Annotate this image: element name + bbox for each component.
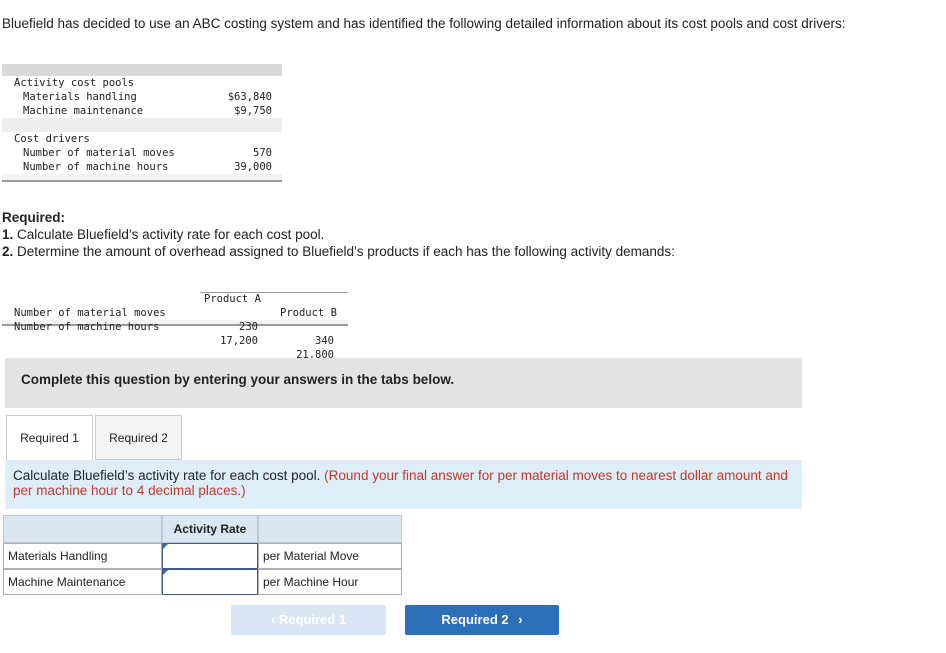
- table-row: Number of material moves 230 340: [2, 292, 348, 347]
- driver-value: 570: [253, 147, 272, 159]
- demand-header-row: Product A Product B: [2, 278, 348, 319]
- table-bottom-rule: [2, 174, 282, 182]
- table-row: Machine maintenance $9,750: [2, 104, 282, 118]
- tab-required-2[interactable]: Required 2: [95, 415, 182, 460]
- driver-label: Number of material moves: [23, 147, 175, 159]
- product-b-value: 340: [315, 335, 334, 347]
- materials-handling-label: Materials Handling: [3, 543, 162, 569]
- machine-maintenance-rate-input[interactable]: [162, 569, 258, 595]
- next-tab-label: Required 2: [441, 612, 509, 627]
- driver-label: Number of machine hours: [23, 161, 169, 173]
- table-row: Materials handling $63,840: [2, 90, 282, 104]
- required-item1: Calculate Bluefield’s activity rate for …: [13, 227, 325, 242]
- required-heading: Required:: [2, 210, 66, 225]
- drivers-header: Cost drivers: [14, 133, 90, 145]
- cost-pools-table: Activity cost pools Materials handling $6…: [2, 64, 282, 182]
- table-row: Number of material moves 570: [2, 146, 282, 160]
- input-flag-icon: [163, 544, 168, 549]
- product-a-value: 230: [239, 321, 258, 333]
- required-section: Required: 1. Calculate Bluefield’s activ…: [2, 209, 675, 260]
- header-blank-cell: [3, 515, 162, 543]
- demand-label: Number of machine hours: [14, 321, 160, 333]
- required-item2-number: 2.: [2, 244, 14, 259]
- chevron-left-icon: ‹: [270, 612, 276, 627]
- spacer-row: [2, 118, 282, 132]
- required-item1-number: 1.: [2, 227, 14, 242]
- materials-handling-unit: per Material Move: [258, 543, 402, 569]
- pool-value: $9,750: [234, 105, 272, 117]
- pools-header-row: Activity cost pools: [2, 76, 282, 90]
- machine-maintenance-unit: per Machine Hour: [258, 569, 402, 595]
- table-row: Number of machine hours 39,000: [2, 160, 282, 174]
- next-tab-button[interactable]: Required 2 ›: [405, 605, 559, 635]
- machine-maintenance-label: Machine Maintenance: [3, 569, 162, 595]
- activity-rate-header: Activity Rate: [162, 515, 258, 543]
- activity-demand-table: Product A Product B Number of material m…: [2, 278, 348, 361]
- drivers-header-row: Cost drivers: [2, 132, 282, 146]
- required-item2: Determine the amount of overhead assigne…: [13, 244, 675, 259]
- question-prompt: Calculate Bluefield’s activity rate for …: [5, 460, 802, 509]
- table-row: Number of machine hours 17,200 21,800: [2, 306, 348, 361]
- chevron-right-icon: ›: [518, 612, 523, 627]
- instruction-banner: Complete this question by entering your …: [5, 358, 802, 408]
- pool-value: $63,840: [227, 91, 272, 103]
- materials-handling-rate-input[interactable]: [162, 543, 258, 569]
- product-a-value: 17,200: [220, 335, 258, 347]
- intro-text: Bluefield has decided to use an ABC cost…: [2, 16, 846, 31]
- pool-label: Materials handling: [23, 91, 137, 103]
- prev-tab-button[interactable]: ‹ Required 1: [231, 605, 386, 635]
- driver-value: 39,000: [234, 161, 272, 173]
- pools-header: Activity cost pools: [14, 77, 135, 89]
- pool-label: Machine maintenance: [23, 105, 144, 117]
- instruction-text: Complete this question by entering your …: [21, 372, 455, 387]
- prev-tab-label: Required 1: [278, 612, 347, 627]
- input-flag-icon: [163, 570, 168, 575]
- header-unit-cell: [258, 515, 402, 543]
- tab-required-1[interactable]: Required 1: [6, 415, 93, 460]
- table-top-bar: [2, 64, 282, 76]
- prompt-text: Calculate Bluefield’s activity rate for …: [13, 468, 325, 483]
